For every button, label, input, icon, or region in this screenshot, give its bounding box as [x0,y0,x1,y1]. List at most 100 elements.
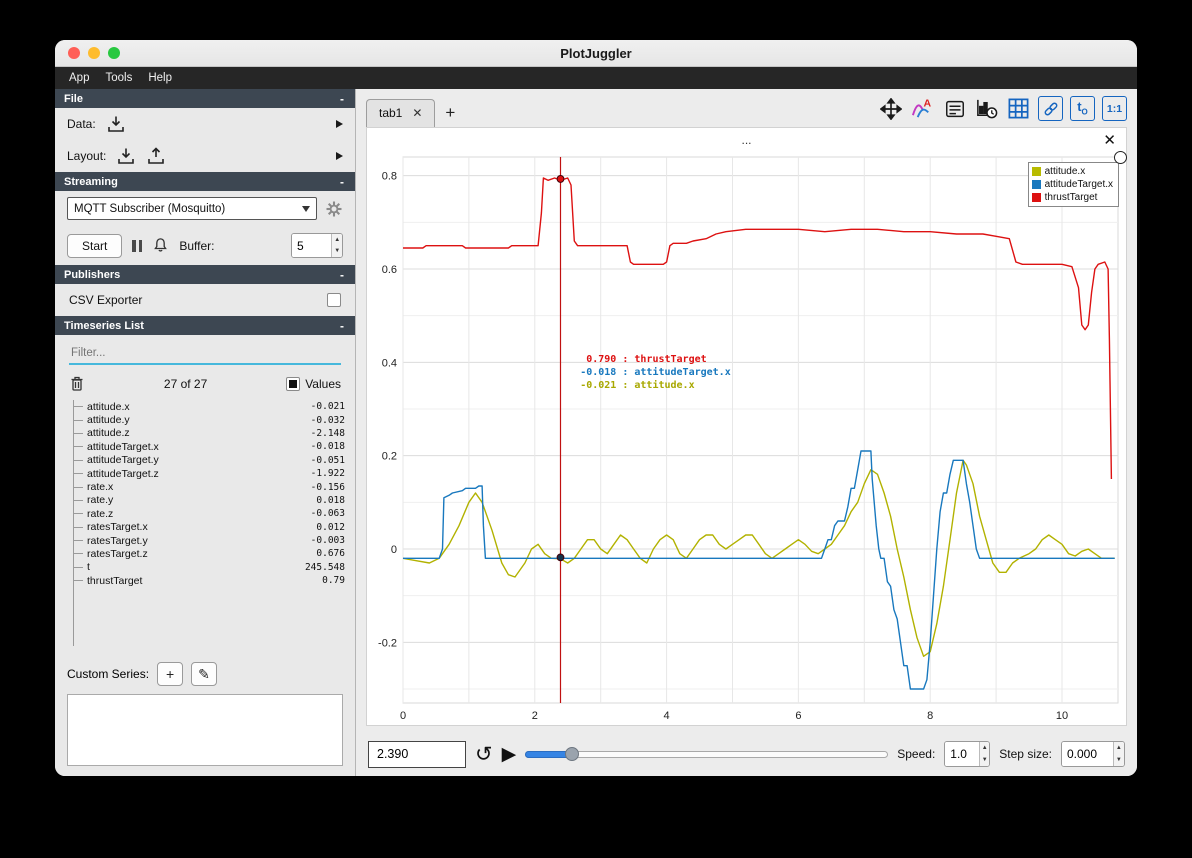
slider-handle[interactable] [565,747,580,761]
loop-icon[interactable]: ↺ [475,744,493,765]
zoom-window-button[interactable] [108,47,120,59]
pause-icon[interactable] [132,239,143,252]
collapse-icon[interactable]: - [340,319,346,333]
buffer-decrement-button[interactable]: ▼ [332,245,342,257]
list-item[interactable]: attitudeTarget.y -0.051 [73,454,345,467]
datetime-icon[interactable] [974,96,999,121]
svg-text:0.8: 0.8 [382,171,397,183]
collapse-icon[interactable]: - [340,268,346,282]
buffer-input[interactable] [292,234,332,257]
add-tab-button[interactable]: + [435,103,465,127]
custom-series-list[interactable] [67,694,343,766]
ratio-1to1-icon[interactable]: 1:1 [1102,96,1127,121]
current-time-input[interactable] [368,740,466,768]
filter-input[interactable] [69,343,341,365]
trash-icon[interactable] [69,375,85,392]
legend-entry[interactable]: attitudeTarget.x [1031,178,1113,191]
streaming-settings-gear-icon[interactable] [325,200,343,218]
values-checkbox[interactable] [286,376,301,391]
time-slider[interactable] [525,745,889,763]
collapse-icon[interactable]: - [340,92,346,106]
timeseries-list: attitude.x -0.021 attitude.y -0.032 attitude… [73,400,345,654]
notifications-bell-icon[interactable] [152,237,169,254]
buffer-label: Buffer: [179,238,215,253]
values-label: Values [305,376,341,391]
menu-app[interactable]: App [61,72,97,84]
streaming-controls-row: Start Buffer: ▲ ▼ [55,226,355,265]
tracker-readout-line: -0.018 : attitudeTarget.x [580,367,731,378]
speed-increment-button[interactable]: ▲ [980,742,990,754]
legend-list-icon[interactable] [942,96,967,121]
save-layout-icon[interactable] [146,147,166,165]
step-size-input[interactable] [1062,742,1113,766]
plot-close-icon[interactable]: ✕ [1103,131,1116,149]
menu-help[interactable]: Help [140,72,180,84]
speed-input[interactable] [945,742,980,766]
grid-layout-icon[interactable] [1006,96,1031,121]
svg-text:0: 0 [391,544,397,556]
tree-branch-icon [73,513,83,515]
speed-decrement-button[interactable]: ▼ [980,754,990,766]
list-item[interactable]: ratesTarget.x 0.012 [73,521,345,534]
section-header-timeseries[interactable]: Timeseries List - [55,316,355,335]
data-expand-arrow[interactable] [336,120,343,128]
list-item[interactable]: rate.z -0.063 [73,507,345,520]
layout-expand-arrow[interactable] [336,152,343,160]
timeseries-value: -0.003 [310,535,345,547]
section-header-streaming[interactable]: Streaming - [55,172,355,191]
streaming-source-select[interactable]: MQTT Subscriber (Mosquitto) [67,197,317,220]
list-item[interactable]: attitude.x -0.021 [73,400,345,413]
tree-branch-icon [73,419,83,421]
load-data-icon[interactable] [106,115,126,133]
menu-tools[interactable]: Tools [97,72,140,84]
plot-corner-handle[interactable] [1114,151,1127,164]
step-increment-button[interactable]: ▲ [1113,742,1124,754]
list-item[interactable]: attitudeTarget.z -1.922 [73,467,345,480]
list-item[interactable]: attitude.y -0.032 [73,413,345,426]
tracker-readout-line: 0.790 : thrustTarget [586,354,707,365]
list-item[interactable]: attitude.z -2.148 [73,427,345,440]
legend-entry[interactable]: thrustTarget [1031,191,1113,204]
tab-tab1[interactable]: tab1 ✕ [366,99,436,127]
tree-branch-icon [73,406,83,408]
list-item[interactable]: attitudeTarget.x -0.018 [73,440,345,453]
list-item[interactable]: rate.y 0.018 [73,494,345,507]
section-header-file[interactable]: File - [55,89,355,108]
load-layout-icon[interactable] [116,147,136,165]
list-item[interactable]: ratesTarget.y -0.003 [73,534,345,547]
list-item[interactable]: t 245.548 [73,561,345,574]
legend-entry[interactable]: attitude.x [1031,165,1113,178]
list-item[interactable]: rate.x -0.156 [73,480,345,493]
curve-style-icon[interactable]: A [910,96,935,121]
minimize-window-button[interactable] [88,47,100,59]
list-toolbar-row: 27 of 27 Values [55,369,355,398]
csv-exporter-row: CSV Exporter [55,284,355,316]
custom-series-row: Custom Series: + ✎ [55,654,355,690]
tree-branch-icon [73,540,83,542]
list-item[interactable]: ratesTarget.z 0.676 [73,547,345,560]
collapse-icon[interactable]: - [340,175,346,189]
list-item[interactable]: thrustTarget 0.79 [73,574,345,587]
svg-text:0.2: 0.2 [382,451,397,463]
move-tool-icon[interactable] [878,96,903,121]
t0-reference-time-icon[interactable]: tO [1070,96,1095,121]
start-button[interactable]: Start [67,233,123,258]
csv-exporter-checkbox[interactable] [327,293,341,307]
tab-close-icon[interactable]: ✕ [412,106,422,120]
play-icon[interactable]: ▶ [502,745,517,764]
plot-canvas[interactable]: -0.2 0 0.2 0.4 0.6 0.8 0 2 4 6 8 10 0.790 : thrustT… [367,151,1127,725]
link-axes-icon[interactable] [1038,96,1063,121]
buffer-increment-button[interactable]: ▲ [332,234,342,246]
step-decrement-button[interactable]: ▼ [1113,754,1124,766]
svg-text:6: 6 [795,710,801,722]
plot-svg[interactable]: -0.2 0 0.2 0.4 0.6 0.8 0 2 4 6 8 10 [367,153,1126,725]
tree-branch-icon [73,553,83,555]
timeseries-value: 0.676 [316,548,345,560]
timeseries-value: 0.79 [322,575,345,587]
add-custom-series-button[interactable]: + [157,662,184,686]
edit-custom-series-button[interactable]: ✎ [191,662,218,686]
slider-track[interactable] [525,751,889,758]
close-window-button[interactable] [68,47,80,59]
plot-legend[interactable]: attitude.x attitudeTarget.x thrustTarget [1027,162,1119,207]
section-header-publishers[interactable]: Publishers - [55,265,355,284]
